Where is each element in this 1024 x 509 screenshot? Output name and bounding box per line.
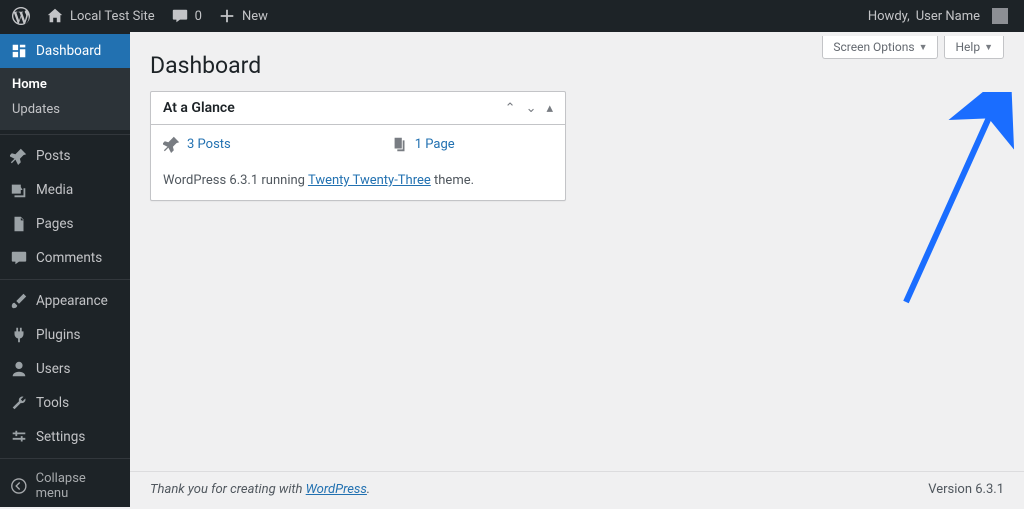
screen-options-label: Screen Options xyxy=(833,40,914,54)
chevron-down-icon: ▼ xyxy=(984,42,993,53)
media-icon xyxy=(10,181,28,199)
collapse-label: Collapse menu xyxy=(36,471,120,501)
plus-icon xyxy=(218,7,236,25)
sidebar-item-label: Comments xyxy=(36,250,102,266)
collapse-icon xyxy=(10,477,28,495)
sidebar-item-pages[interactable]: Pages xyxy=(0,207,130,241)
glance-posts-link[interactable]: 3 Posts xyxy=(187,137,231,152)
sidebar-item-dashboard[interactable]: Dashboard xyxy=(0,34,130,68)
comments-count: 0 xyxy=(195,9,202,24)
submenu-item-updates[interactable]: Updates xyxy=(0,97,130,122)
sidebar-item-label: Dashboard xyxy=(36,43,101,59)
dashboard-submenu: Home Updates xyxy=(0,68,130,130)
avatar xyxy=(992,8,1008,24)
wp-logo[interactable] xyxy=(4,0,38,32)
collapse-menu[interactable]: Collapse menu xyxy=(0,463,130,509)
brush-icon xyxy=(10,292,28,310)
theme-link[interactable]: Twenty Twenty-Three xyxy=(308,173,431,188)
pin-icon xyxy=(10,147,28,165)
screen-options-tab[interactable]: Screen Options ▼ xyxy=(822,36,938,59)
sliders-icon xyxy=(10,428,28,446)
glance-title: At a Glance xyxy=(163,100,235,116)
footer-version: Version 6.3.1 xyxy=(928,482,1004,497)
plug-icon xyxy=(10,326,28,344)
sidebar-item-plugins[interactable]: Plugins xyxy=(0,318,130,352)
new-label: New xyxy=(242,9,268,24)
move-down-icon[interactable]: ⌄ xyxy=(526,101,537,116)
chevron-down-icon: ▼ xyxy=(919,42,928,53)
move-up-icon[interactable]: ⌃ xyxy=(505,101,516,116)
sidebar-item-settings[interactable]: Settings xyxy=(0,420,130,454)
glance-pages[interactable]: 1 Page xyxy=(391,135,455,153)
comment-icon xyxy=(171,7,189,25)
wp-version-info: WordPress 6.3.1 running Twenty Twenty-Th… xyxy=(163,163,553,188)
sidebar-item-comments[interactable]: Comments xyxy=(0,241,130,275)
sidebar-item-users[interactable]: Users xyxy=(0,352,130,386)
sidebar-item-label: Settings xyxy=(36,429,85,445)
content-area: Screen Options ▼ Help ▼ Dashboard At a G… xyxy=(130,32,1024,507)
sidebar-item-label: Posts xyxy=(36,148,70,164)
dashboard-icon xyxy=(10,42,28,60)
wrench-icon xyxy=(10,394,28,412)
glance-posts[interactable]: 3 Posts xyxy=(163,135,231,153)
pages-icon xyxy=(391,135,409,153)
wordpress-icon xyxy=(12,7,30,25)
sidebar-item-label: Media xyxy=(36,182,73,198)
admin-bar: Local Test Site 0 New Howdy, User Name xyxy=(0,0,1024,32)
site-name[interactable]: Local Test Site xyxy=(38,0,163,32)
admin-footer: Thank you for creating with WordPress. V… xyxy=(130,471,1024,507)
new-content[interactable]: New xyxy=(210,0,276,32)
glance-header: At a Glance ⌃ ⌄ ▴ xyxy=(151,92,565,125)
sidebar-item-label: Plugins xyxy=(36,327,81,343)
sidebar-item-label: Users xyxy=(36,361,70,377)
sidebar-item-posts[interactable]: Posts xyxy=(0,139,130,173)
wp-link[interactable]: WordPress xyxy=(306,482,367,497)
glance-pages-link[interactable]: 1 Page xyxy=(415,137,455,152)
howdy-prefix: Howdy, xyxy=(868,9,910,24)
site-name-label: Local Test Site xyxy=(70,9,155,24)
help-tab[interactable]: Help ▼ xyxy=(944,36,1004,59)
comments-link[interactable]: 0 xyxy=(163,0,210,32)
sidebar-item-label: Appearance xyxy=(36,293,108,309)
sidebar-item-label: Pages xyxy=(36,216,74,232)
sidebar-item-media[interactable]: Media xyxy=(0,173,130,207)
help-label: Help xyxy=(955,40,980,54)
admin-sidebar: Dashboard Home Updates Posts Media Pages… xyxy=(0,32,130,507)
user-name-label: User Name xyxy=(916,9,980,24)
sidebar-item-tools[interactable]: Tools xyxy=(0,386,130,420)
glance-widget: At a Glance ⌃ ⌄ ▴ 3 Posts 1 Page xyxy=(150,91,566,201)
pin-icon xyxy=(163,135,181,153)
sidebar-item-label: Tools xyxy=(36,395,69,411)
page-icon xyxy=(10,215,28,233)
my-account[interactable]: Howdy, User Name xyxy=(860,0,1016,32)
user-icon xyxy=(10,360,28,378)
sidebar-item-appearance[interactable]: Appearance xyxy=(0,284,130,318)
home-icon xyxy=(46,7,64,25)
submenu-item-home[interactable]: Home xyxy=(0,72,130,97)
comments-icon xyxy=(10,249,28,267)
footer-thanks: Thank you for creating with WordPress. xyxy=(150,482,370,497)
arrow-annotation xyxy=(896,92,1016,312)
toggle-icon[interactable]: ▴ xyxy=(546,101,553,116)
